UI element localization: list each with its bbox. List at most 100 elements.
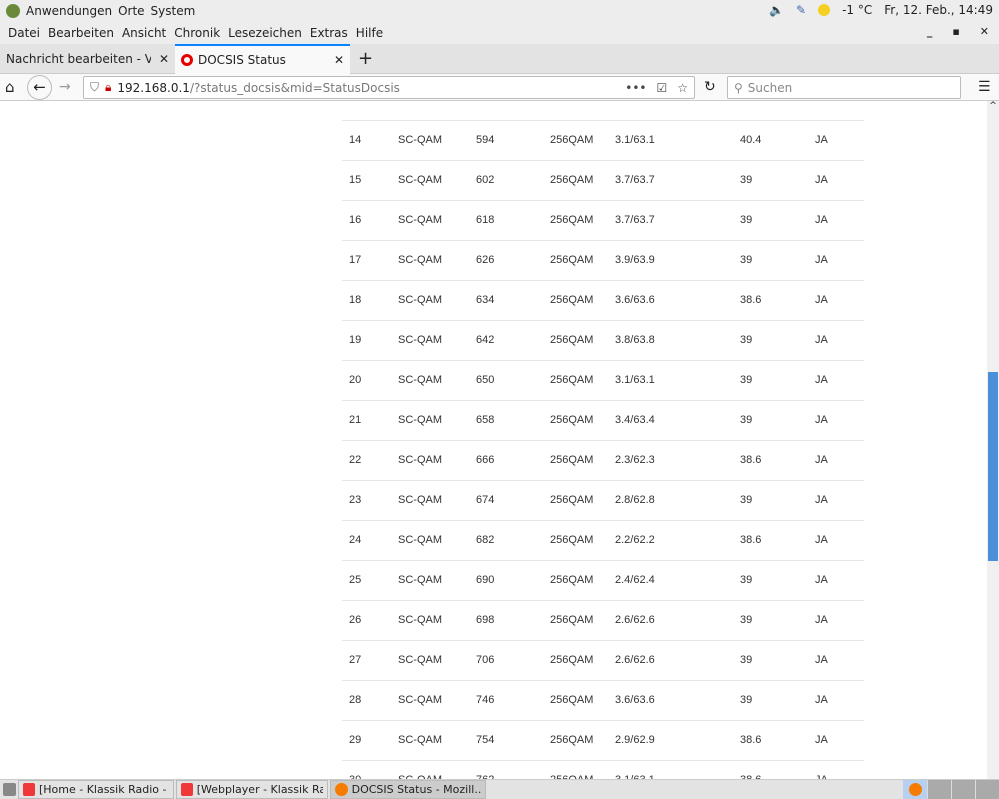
cell-modulation: SC-QAM (391, 720, 469, 761)
cell-qam: 256QAM (543, 200, 608, 241)
table-row: 17 SC-QAM 626 256QAM 3.9/63.9 39 JA (342, 240, 864, 281)
cell-frequency: 618 (469, 200, 543, 241)
cell-channel-id: 27 (342, 640, 391, 681)
vodafone-icon (181, 54, 193, 66)
applications-menu[interactable]: Anwendungen (26, 4, 112, 18)
cell-locked: JA (808, 280, 864, 321)
table-row: 24 SC-QAM 682 256QAM 2.2/62.2 38.6 JA (342, 520, 864, 561)
taskbar-item-docsis[interactable]: DOCSIS Status - Mozill... (330, 780, 486, 799)
cell-channel-id: 15 (342, 160, 391, 201)
cell-power: 2.4/62.4 (608, 560, 733, 601)
menu-datei[interactable]: Datei (8, 26, 40, 40)
cell-channel-id: 21 (342, 400, 391, 441)
page-actions-icon[interactable]: ••• (625, 81, 646, 95)
back-button[interactable]: ← (27, 75, 52, 100)
workspace-switcher[interactable] (903, 780, 999, 799)
reload-icon[interactable]: ↻ (704, 79, 716, 95)
scrollbar-thumb[interactable] (988, 372, 998, 561)
hamburger-menu-icon[interactable]: ☰ (978, 79, 991, 95)
pocket-icon[interactable]: ☑ (656, 81, 667, 95)
cell-power: 3.9/63.9 (608, 240, 733, 281)
cell-qam: 256QAM (543, 160, 608, 201)
cell-locked: JA (808, 360, 864, 401)
cell-power: 3.6/63.6 (608, 280, 733, 321)
cell-qam: 256QAM (543, 400, 608, 441)
cell-qam: 256QAM (543, 240, 608, 281)
cell-qam: 256QAM (543, 640, 608, 681)
cell-snr: 39 (733, 680, 808, 721)
taskbar-label: DOCSIS Status - Mozill... (351, 783, 481, 796)
cell-modulation: SC-QAM (391, 200, 469, 241)
url-path: /?status_docsis&mid=StatusDocsis (189, 80, 400, 95)
weather-sun-icon (818, 4, 831, 16)
workspace-4[interactable] (975, 780, 999, 799)
scroll-up-icon[interactable]: ^ (987, 101, 999, 111)
cell-frequency: 634 (469, 280, 543, 321)
taskbar-item-home-klassik[interactable]: [Home - Klassik Radio - ... (18, 780, 174, 799)
cell-channel-id: 28 (342, 680, 391, 721)
close-tab-icon[interactable]: ✕ (334, 53, 344, 67)
cell-snr: 39 (733, 200, 808, 241)
search-input[interactable]: ⚲ Suchen (727, 76, 961, 99)
menu-extras[interactable]: Extras (310, 26, 348, 40)
cell-power: 3.7/63.7 (608, 160, 733, 201)
cell-power: 2.6/62.6 (608, 640, 733, 681)
table-row: 16 SC-QAM 618 256QAM 3.7/63.7 39 JA (342, 200, 864, 241)
menu-bearbeiten[interactable]: Bearbeiten (48, 26, 114, 40)
workspace-1[interactable] (903, 780, 927, 799)
url-host: 192.168.0.1 (117, 80, 190, 95)
tab-nachricht[interactable]: Nachricht bearbeiten - Voda ✕ (0, 44, 175, 74)
taskbar-item-webplayer[interactable]: [Webplayer - Klassik Ra... (176, 780, 328, 799)
show-desktop-icon[interactable] (3, 783, 16, 796)
menu-ansicht[interactable]: Ansicht (122, 26, 166, 40)
search-placeholder: Suchen (747, 80, 793, 95)
menu-chronik[interactable]: Chronik (174, 26, 220, 40)
cell-qam: 256QAM (543, 480, 608, 521)
cell-qam: 256QAM (543, 280, 608, 321)
vertical-scrollbar[interactable]: ^ (987, 101, 999, 779)
cell-modulation: SC-QAM (391, 520, 469, 561)
places-menu[interactable]: Orte (118, 4, 144, 18)
clock[interactable]: Fr, 12. Feb., 14:49 (884, 3, 993, 17)
tab-label: DOCSIS Status (198, 53, 286, 67)
table-row: 25 SC-QAM 690 256QAM 2.4/62.4 39 JA (342, 560, 864, 601)
cell-channel-id: 26 (342, 600, 391, 641)
cell-power: 2.6/62.6 (608, 600, 733, 641)
close-window-button[interactable]: ✕ (980, 25, 989, 38)
home-icon[interactable]: ⌂ (5, 78, 15, 96)
cell-locked: JA (808, 400, 864, 441)
cell-channel-id: 25 (342, 560, 391, 601)
menu-lesezeichen[interactable]: Lesezeichen (228, 26, 302, 40)
network-icon[interactable]: ✎ (796, 3, 806, 17)
workspace-2[interactable] (927, 780, 951, 799)
firefox-icon (335, 783, 348, 796)
volume-icon[interactable]: 🔈 (769, 3, 784, 17)
cell-snr: 38.6 (733, 720, 808, 761)
firefox-icon (908, 783, 922, 796)
minimize-button[interactable]: _ (927, 25, 933, 38)
forward-button[interactable]: → (59, 79, 71, 95)
cell-channel-id: 22 (342, 440, 391, 481)
gnome-foot-icon[interactable] (6, 4, 20, 18)
cell-frequency: 754 (469, 720, 543, 761)
cell-power: 3.6/63.6 (608, 680, 733, 721)
cell-power: 2.9/62.9 (608, 720, 733, 761)
insecure-lock-icon[interactable]: 🔒︎ (105, 80, 111, 95)
system-menu[interactable]: System (151, 4, 196, 18)
new-tab-button[interactable]: + (350, 44, 381, 73)
maximize-button[interactable]: ▪ (952, 25, 959, 38)
menu-hilfe[interactable]: Hilfe (356, 26, 383, 40)
cell-power: 2.8/62.8 (608, 480, 733, 521)
cell-snr: 39 (733, 400, 808, 441)
workspace-3[interactable] (951, 780, 975, 799)
shield-icon[interactable]: ⛉ (90, 80, 99, 95)
cell-locked: JA (808, 720, 864, 761)
close-tab-icon[interactable]: ✕ (159, 52, 169, 66)
url-bar[interactable]: ⛉ 🔒︎ 192.168.0.1/?status_docsis&mid=Stat… (83, 76, 695, 99)
vivaldi-icon (181, 783, 193, 796)
table-row: 21 SC-QAM 658 256QAM 3.4/63.4 39 JA (342, 400, 864, 441)
bookmark-star-icon[interactable]: ☆ (677, 81, 688, 95)
tab-docsis-status[interactable]: DOCSIS Status ✕ (175, 44, 350, 74)
cell-snr: 39 (733, 480, 808, 521)
temperature[interactable]: -1 °C (842, 3, 872, 17)
